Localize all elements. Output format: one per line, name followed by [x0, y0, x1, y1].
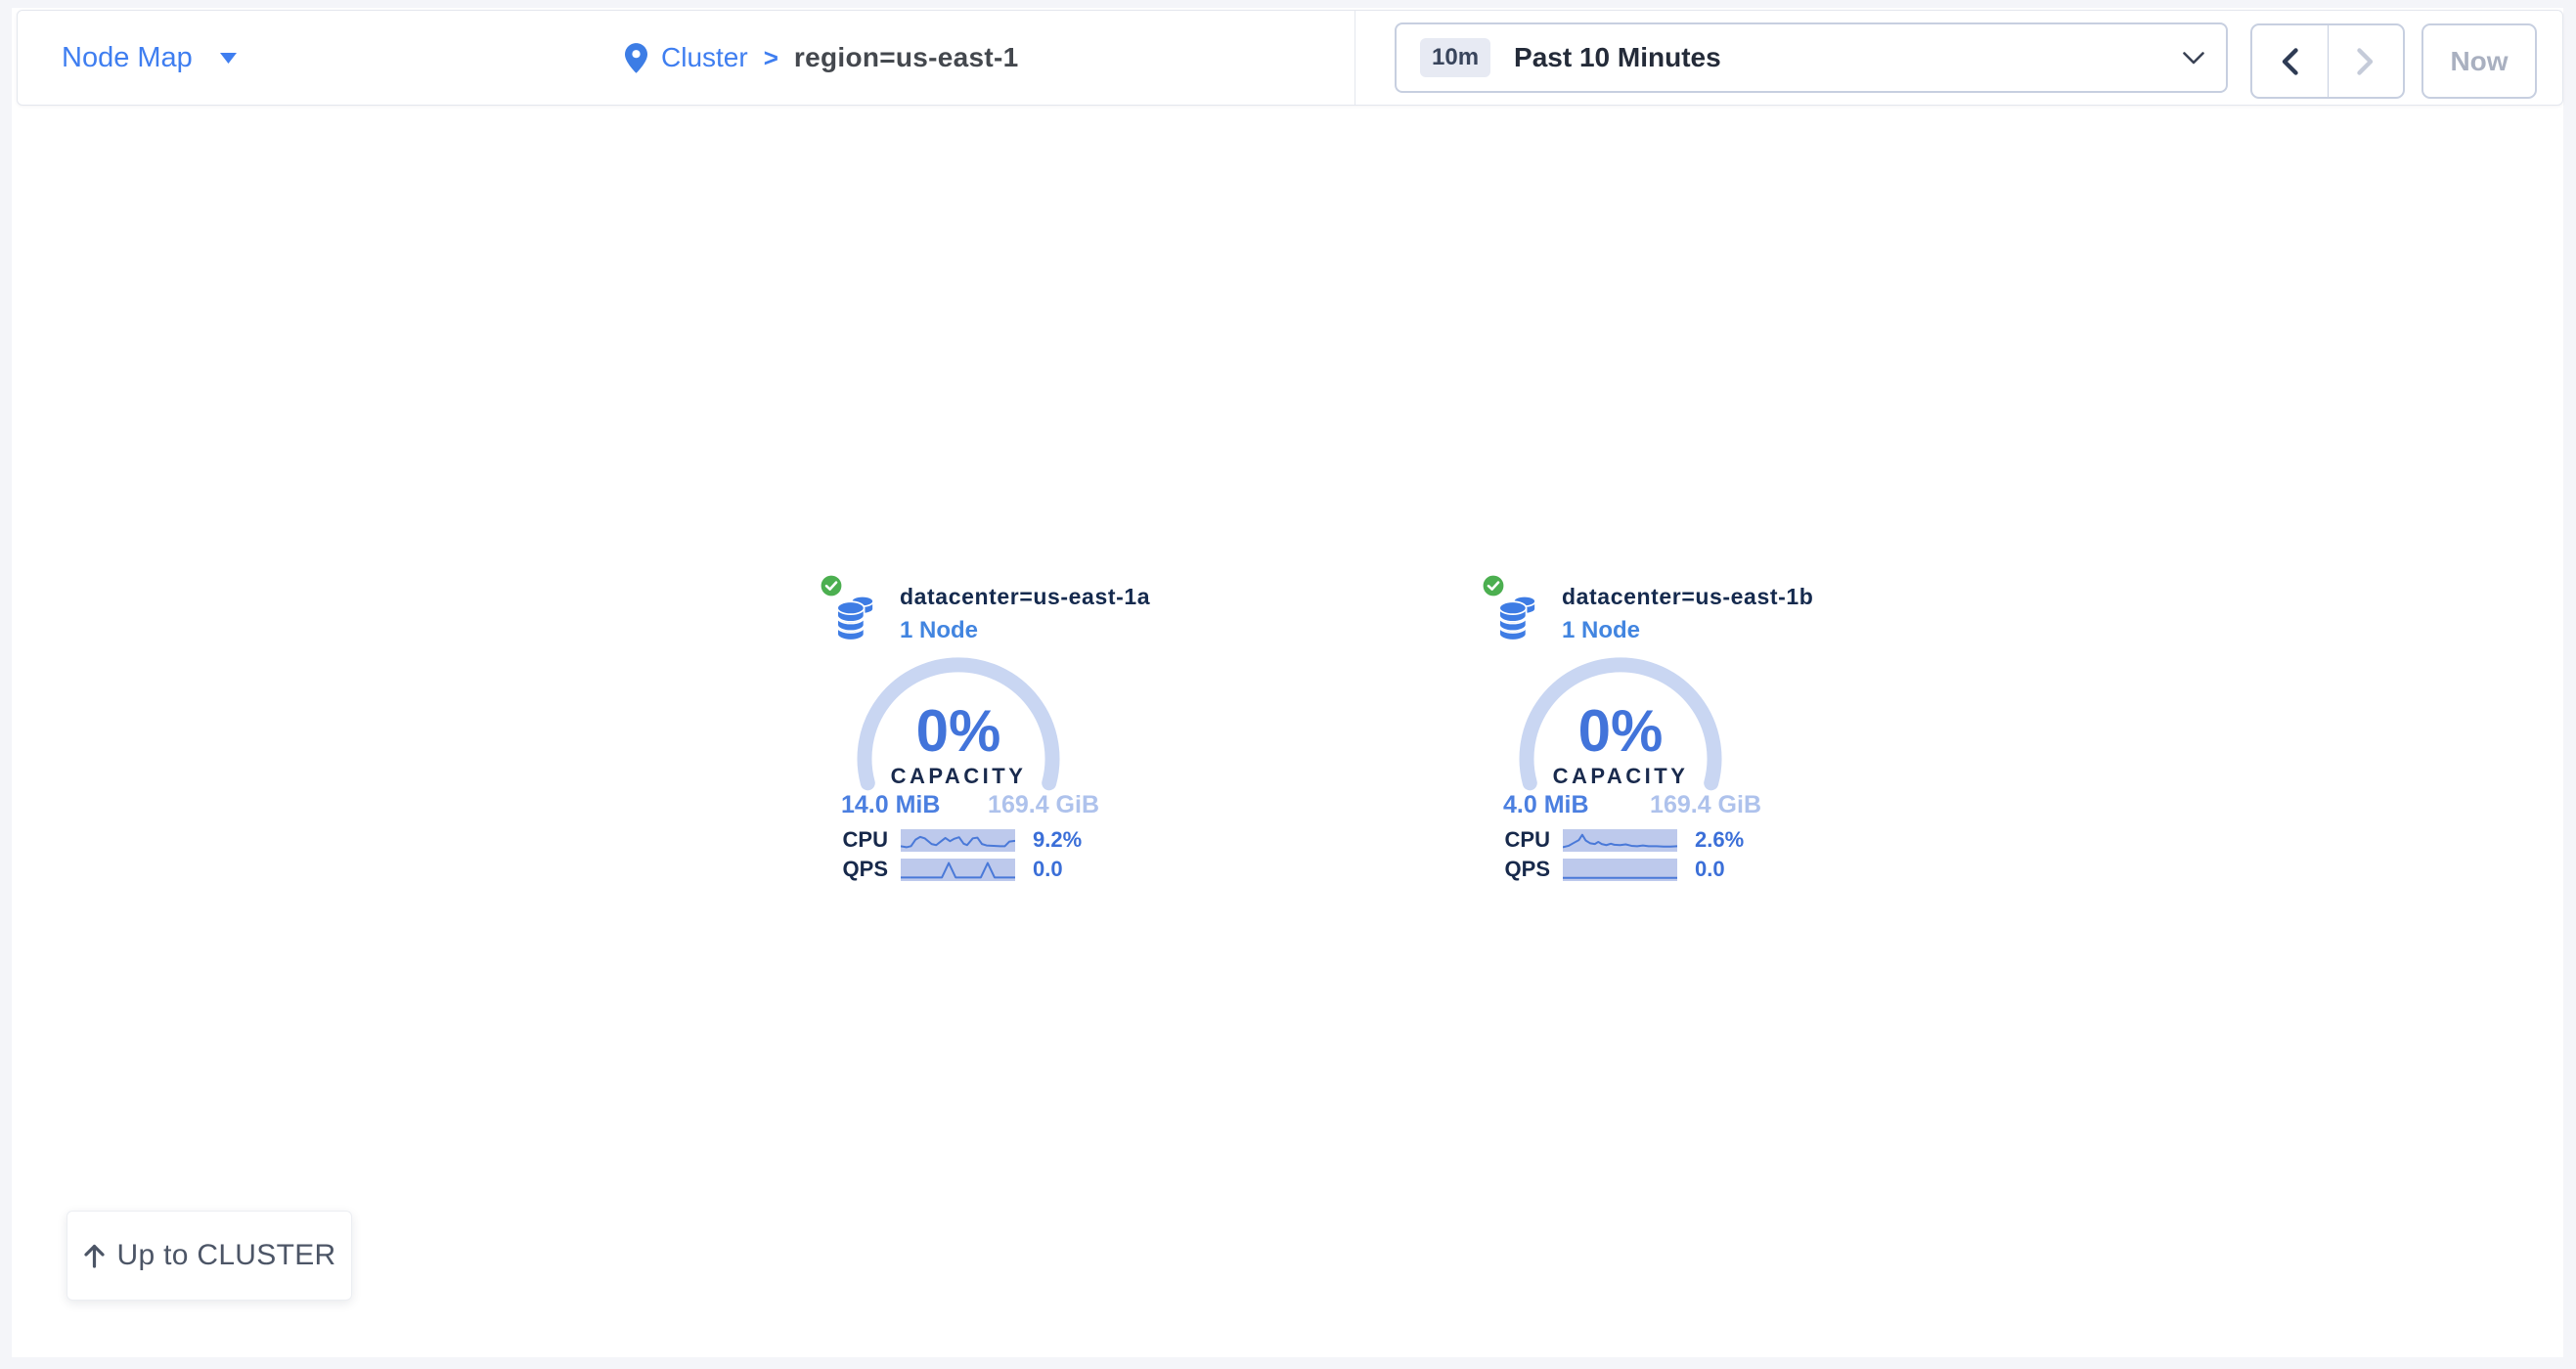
breadcrumb-separator: > — [764, 43, 778, 73]
capacity-values: 4.0 MiB 169.4 GiB — [1503, 791, 1761, 819]
time-range-label: Past 10 Minutes — [1514, 42, 1721, 73]
time-step-back-button[interactable] — [2252, 25, 2329, 97]
capacity-percent: 0% — [1513, 701, 1728, 762]
qps-label: QPS — [822, 857, 888, 882]
header-bar: Node Map Cluster > region=us-east-1 10m … — [17, 10, 2563, 106]
cpu-metric-row: CPU 2.6% — [1484, 828, 1797, 852]
breadcrumb-cluster-link[interactable]: Cluster — [661, 42, 748, 73]
cpu-label: CPU — [1484, 827, 1550, 853]
time-step-buttons — [2250, 23, 2405, 99]
qps-value: 0.0 — [1033, 857, 1063, 882]
capacity-used: 4.0 MiB — [1503, 791, 1589, 819]
view-picker-label: Node Map — [62, 42, 193, 74]
qps-sparkline — [901, 859, 1015, 881]
up-to-cluster-button[interactable]: Up to CLUSTER — [67, 1211, 352, 1301]
time-range-dropdown[interactable]: 10m Past 10 Minutes — [1395, 22, 2228, 93]
datacenter-name: datacenter=us-east-1b — [1562, 584, 1813, 610]
datacenter-group-us-east-1b[interactable]: datacenter=us-east-1b 1 Node 0% CAPACITY… — [1484, 572, 1826, 909]
cpu-sparkline — [901, 829, 1015, 852]
view-picker-dropdown[interactable]: Node Map — [62, 11, 237, 105]
now-button[interactable]: Now — [2421, 23, 2537, 99]
qps-value: 0.0 — [1695, 857, 1725, 882]
cpu-metric-row: CPU 9.2% — [822, 828, 1134, 852]
capacity-values: 14.0 MiB 169.4 GiB — [841, 791, 1099, 819]
chevron-left-icon — [2282, 48, 2298, 75]
arrow-up-icon — [83, 1243, 106, 1268]
time-range-badge: 10m — [1420, 38, 1490, 77]
database-stack-icon — [836, 595, 875, 646]
capacity-label: CAPACITY — [851, 764, 1066, 789]
qps-metric-row: QPS 0.0 — [1484, 858, 1797, 881]
datacenter-group-us-east-1a[interactable]: datacenter=us-east-1a 1 Node 0% CAPACITY… — [822, 572, 1164, 909]
capacity-available: 169.4 GiB — [1650, 791, 1761, 819]
capacity-used: 14.0 MiB — [841, 791, 940, 819]
chevron-right-icon — [2357, 48, 2374, 75]
qps-metric-row: QPS 0.0 — [822, 858, 1134, 881]
breadcrumb-current-location: region=us-east-1 — [794, 42, 1019, 73]
caret-down-icon — [220, 53, 237, 64]
capacity-label: CAPACITY — [1513, 764, 1728, 789]
breadcrumb: Cluster > region=us-east-1 — [625, 11, 1019, 105]
datacenter-name: datacenter=us-east-1a — [900, 584, 1150, 610]
cpu-sparkline — [1563, 829, 1677, 852]
location-pin-icon — [625, 43, 647, 73]
chevron-down-icon — [2183, 52, 2204, 65]
datacenter-node-count: 1 Node — [900, 617, 978, 644]
capacity-percent: 0% — [851, 701, 1066, 762]
qps-sparkline — [1563, 859, 1677, 881]
datacenter-node-count: 1 Node — [1562, 617, 1640, 644]
capacity-available: 169.4 GiB — [988, 791, 1099, 819]
time-step-forward-button[interactable] — [2329, 25, 2404, 97]
cpu-value: 9.2% — [1033, 827, 1082, 853]
database-stack-icon — [1498, 595, 1537, 646]
up-to-cluster-label: Up to CLUSTER — [117, 1239, 336, 1272]
node-map-canvas — [12, 8, 2563, 1357]
cpu-label: CPU — [822, 827, 888, 853]
cpu-value: 2.6% — [1695, 827, 1744, 853]
qps-label: QPS — [1484, 857, 1550, 882]
